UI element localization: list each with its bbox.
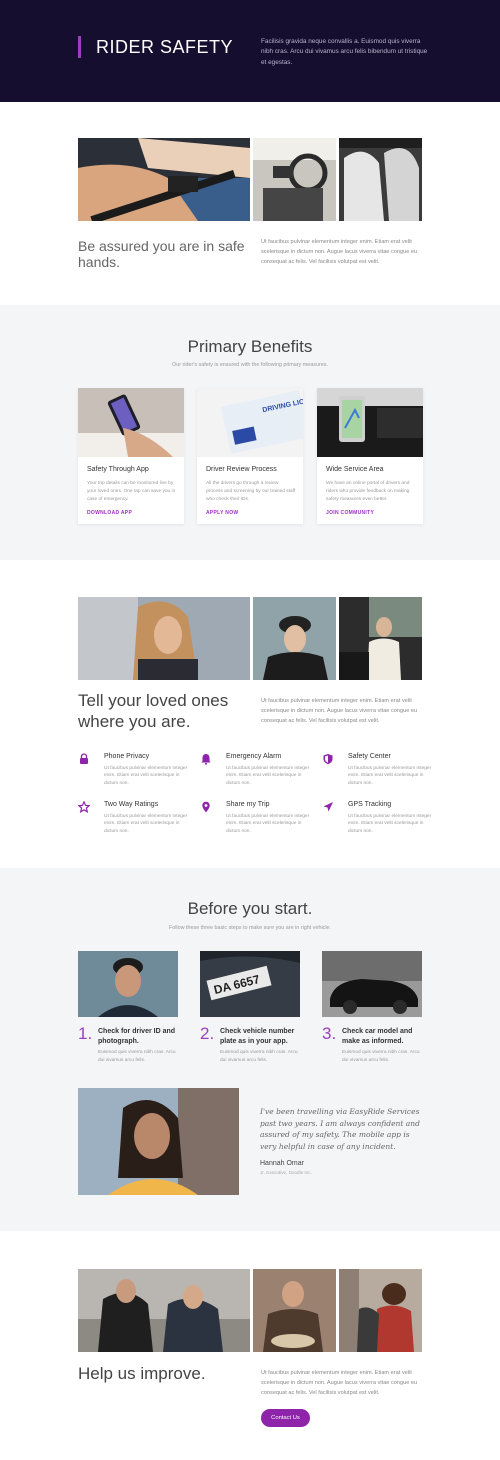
driving-license-image: DRIVING LIC (197, 388, 303, 457)
step-number: 3. (322, 1024, 337, 1043)
step-text: Euismod quis viverra nibh cras. Arcu dui… (220, 1050, 298, 1063)
car-seats-photo (339, 138, 422, 221)
feature-text: Ut faucibus pulvinar elementum integer e… (226, 814, 310, 834)
before-you-start-section: Before you start. Follow these three bas… (0, 868, 500, 1231)
people-talking-photo (78, 1269, 250, 1352)
step-title: Check for driver ID and photograph. (98, 1028, 176, 1045)
hero-description: Facilisis gravida neque convallis a. Eui… (261, 38, 428, 66)
card-title: Wide Service Area (326, 466, 384, 473)
loved-ones-heading: Tell your loved ones where you are. (78, 691, 229, 731)
benefits-subtitle: Our rider's safety is ensured with the f… (172, 362, 328, 368)
car-interior-photo (253, 138, 336, 221)
star-icon (78, 801, 90, 813)
download-app-link[interactable]: DOWNLOAD APP (87, 510, 132, 516)
navigation-arrow-icon (323, 802, 333, 812)
assured-section: Be assured you are in safe hands. Ut fau… (0, 102, 500, 305)
loved-ones-section: Tell your loved ones where you are. Ut f… (0, 560, 500, 868)
page: RIDER SAFETY Facilisis gravida neque con… (0, 0, 500, 1460)
shield-icon (323, 754, 333, 765)
testimonial-photo (78, 1088, 239, 1195)
phone-in-hand-image (78, 388, 184, 457)
step-text: Euismod quis viverra nibh cras. Arcu dui… (98, 1050, 176, 1063)
feature-title: Safety Center (348, 753, 391, 760)
step-number: 2. (200, 1024, 215, 1043)
help-improve-section: Help us improve. Ut faucibus pulvinar el… (0, 1231, 500, 1460)
step-text: Euismod quis viverra nibh cras. Arcu dui… (342, 1050, 420, 1063)
location-pin-icon (202, 801, 210, 813)
feature-title: Share my Trip (226, 801, 270, 808)
feature-title: GPS Tracking (348, 801, 392, 808)
woman-on-phone-photo (78, 597, 250, 680)
step-number: 1. (78, 1024, 93, 1043)
assured-text: Ut faucibus pulvinar elementum integer e… (261, 239, 418, 265)
help-improve-heading: Help us improve. (78, 1364, 206, 1383)
woman-in-car-photo (339, 597, 422, 680)
driver-portrait-image (78, 951, 178, 1017)
testimonial-quote: I've been travelling via EasyRide Servic… (260, 1107, 420, 1151)
feature-text: Ut faucibus pulvinar elementum integer e… (104, 814, 188, 834)
accent-bar (78, 36, 81, 58)
feature-title: Emergency Alarm (226, 753, 282, 760)
benefit-card: DRIVING LIC Driver Review Process All th… (197, 388, 303, 524)
hero-section: RIDER SAFETY Facilisis gravida neque con… (0, 0, 500, 102)
bell-icon (201, 754, 211, 765)
feature-text: Ut faucibus pulvinar elementum integer e… (348, 814, 432, 834)
before-subtitle: Follow these three basic steps to make s… (168, 925, 332, 931)
lock-icon (80, 753, 88, 764)
card-text: Your trip details can be monitored live … (87, 481, 176, 502)
help-improve-text: Ut faucibus pulvinar elementum integer e… (261, 1370, 418, 1396)
number-plate-image: DA 6657 (200, 951, 300, 1017)
benefit-card: Safety Through App Your trip details can… (78, 388, 184, 524)
loved-ones-text: Ut faucibus pulvinar elementum integer e… (261, 698, 418, 724)
page-title: RIDER SAFETY (96, 37, 234, 57)
benefits-title: Primary Benefits (187, 337, 313, 356)
feature-text: Ut faucibus pulvinar elementum integer e… (104, 766, 188, 786)
join-community-link[interactable]: JOIN COMMUNITY (326, 510, 374, 516)
black-car-image (322, 951, 422, 1017)
step-title: Check vehicle number plate as in your ap… (220, 1028, 295, 1045)
card-title: Driver Review Process (206, 466, 277, 473)
street-couple-photo (339, 1269, 422, 1352)
benefit-card: Wide Service Area We have an online port… (317, 388, 423, 524)
step-title: Check car model and make as informed. (342, 1028, 413, 1045)
before-title: Before you start. (187, 899, 313, 918)
card-text: We have an online portal of drivers and … (326, 481, 410, 502)
feature-text: Ut faucibus pulvinar elementum integer e… (226, 766, 310, 786)
feature-title: Two Way Ratings (104, 801, 159, 808)
feature-title: Phone Privacy (104, 753, 150, 760)
woman-in-beret-photo (253, 597, 336, 680)
feature-text: Ut faucibus pulvinar elementum integer e… (348, 766, 432, 786)
benefits-section: Primary Benefits Our rider's safety is e… (0, 305, 500, 560)
contact-us-button[interactable]: Contact Us (261, 1409, 310, 1427)
assured-heading: Be assured you are in safe hands. (78, 238, 245, 270)
testimonial-name: Hannah Omar (260, 1160, 304, 1167)
testimonial-role: Jr. Executive, Doodle Inc. (260, 1170, 312, 1175)
man-with-hat-photo (253, 1269, 336, 1352)
phone-map-in-car-image (317, 388, 423, 457)
seatbelt-photo (78, 138, 250, 221)
apply-now-link[interactable]: APPLY NOW (206, 510, 238, 516)
card-text: All the drivers go through a review proc… (206, 481, 296, 502)
card-title: Safety Through App (87, 466, 149, 473)
